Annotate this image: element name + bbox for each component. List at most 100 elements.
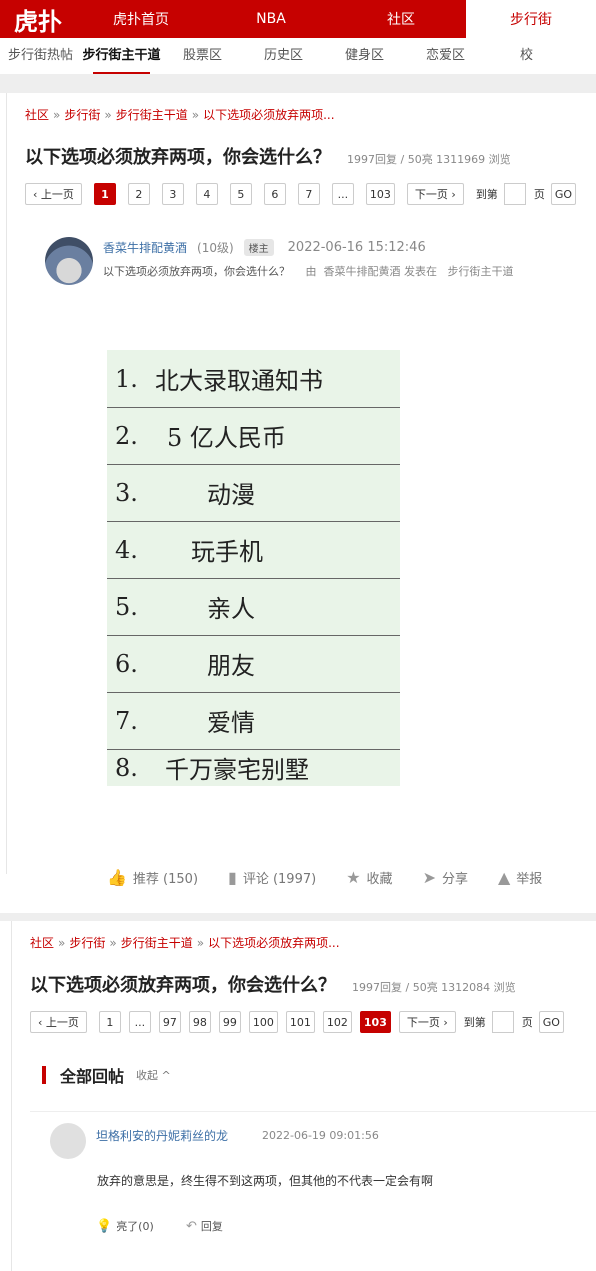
list-item: 8. 千万豪宅别墅 <box>115 753 309 785</box>
page-button[interactable]: 1 <box>98 1011 121 1033</box>
op-date: 2022-06-16 15:12:46 <box>287 239 426 255</box>
list-item: 6. 朋友 <box>107 635 400 693</box>
topnav-home[interactable]: 虎扑首页 <box>76 0 206 38</box>
op-by: 香菜牛排配黄酒 发表在 <box>323 265 438 278</box>
crumb-thread[interactable]: 以下选项必须放弃两项... <box>203 108 334 122</box>
subnav-fitness[interactable]: 健身区 <box>324 38 405 74</box>
crumb-community[interactable]: 社区 <box>25 108 49 122</box>
section-divider <box>0 913 596 921</box>
list-item: 7. 爱情 <box>107 692 400 750</box>
page-button[interactable]: 6 <box>263 183 286 205</box>
next-page-button[interactable]: 下一页 › <box>406 183 464 205</box>
thumbs-up-icon: 👍 <box>107 868 127 887</box>
topnav-community[interactable]: 社区 <box>336 0 466 38</box>
comment-icon: ▮ <box>228 868 237 887</box>
pager-top: ‹ 上一页 1 2 3 4 5 6 7 ... 103 下一页 › 到第 页 G… <box>7 169 596 205</box>
avatar[interactable] <box>50 1123 86 1159</box>
breadcrumb: 社区» 步行街» 步行街主干道» 以下选项必须放弃两项... <box>30 936 340 950</box>
page-button[interactable]: 3 <box>161 183 184 205</box>
op-badge: 楼主 <box>243 238 274 256</box>
page-button[interactable]: 99 <box>218 1011 241 1033</box>
page-button[interactable]: 4 <box>195 183 218 205</box>
page-button[interactable]: 97 <box>158 1011 181 1033</box>
post-image: 1. 北大录取通知书 2. 5 亿人民币 3. 动漫 4. 玩手机 5. 亲人 6. 朋友 … <box>107 350 400 786</box>
collapse-toggle[interactable]: 收起 ^ <box>136 1067 171 1083</box>
crumb-community[interactable]: 社区 <box>30 936 54 950</box>
page-button[interactable]: 2 <box>127 183 150 205</box>
op-author[interactable]: 香菜牛排配黄酒 <box>103 239 187 256</box>
subnav-campus[interactable]: 校 <box>486 38 567 74</box>
page-button[interactable]: 7 <box>297 183 320 205</box>
thread-stats: 1997回复 / 50亮 1311969 浏览 <box>347 153 511 166</box>
list-item: 2. 5 亿人民币 <box>107 407 400 465</box>
goto-label: 到第 <box>475 188 498 201</box>
section-marker <box>42 1066 46 1084</box>
share-icon: ➤ <box>422 868 436 887</box>
thread-card-bottom: 社区» 步行街» 步行街主干道» 以下选项必须放弃两项... 以下选项必须放弃两项，你… <box>0 921 596 1271</box>
page-label: 页 <box>521 1016 533 1029</box>
op-level: (10级) <box>197 240 234 255</box>
prev-page-button[interactable]: ‹ 上一页 <box>30 1011 87 1033</box>
page-button[interactable]: 103 <box>359 1011 391 1033</box>
page-button[interactable]: 5 <box>229 183 252 205</box>
op-by-prefix: 由 <box>305 265 317 278</box>
go-button[interactable]: GO <box>538 1011 564 1033</box>
light-button[interactable]: 💡 亮了(0) <box>96 1218 154 1234</box>
reply-button[interactable]: ↶ 回复 <box>186 1218 223 1234</box>
op-summary: 以下选项必须放弃两项，你会选什么？ <box>103 265 290 278</box>
thread-title: 以下选项必须放弃两项，你会选什么？ <box>25 147 331 168</box>
reply-date: 2022-06-19 09:01:56 <box>262 1129 379 1142</box>
subnav-stock[interactable]: 股票区 <box>162 38 243 74</box>
post-actions: 👍 推荐 (150) ▮ 评论 (1997) ★ 收藏 ➤ 分享 ▲ 举报 <box>107 868 572 887</box>
crumb-buxingjie[interactable]: 步行街 <box>69 936 105 950</box>
warning-icon: ▲ <box>497 868 511 887</box>
next-page-button[interactable]: 下一页 › <box>398 1011 456 1033</box>
subnav-love[interactable]: 恋爱区 <box>405 38 486 74</box>
reply-author[interactable]: 坦格利安的丹妮莉丝的龙 <box>96 1127 228 1144</box>
crumb-buxingjie[interactable]: 步行街 <box>64 108 100 122</box>
subnav-main[interactable]: 步行街主干道 <box>81 38 162 74</box>
op-board-link[interactable]: 步行街主干道 <box>448 265 514 278</box>
goto-page-input[interactable] <box>503 183 526 205</box>
crumb-thread[interactable]: 以下选项必须放弃两项... <box>208 936 339 950</box>
list-item: 5. 亲人 <box>107 578 400 636</box>
breadcrumb: 社区» 步行街» 步行街主干道» 以下选项必须放弃两项... <box>25 108 335 122</box>
list-item: 4. 玩手机 <box>107 521 400 579</box>
goto-page-input[interactable] <box>491 1011 514 1033</box>
topnav-buxingjie[interactable]: 步行街 <box>466 0 596 38</box>
page-button[interactable]: 101 <box>285 1011 315 1033</box>
section-gap <box>0 75 596 93</box>
prev-page-button[interactable]: ‹ 上一页 <box>25 183 82 205</box>
page-button[interactable]: 100 <box>248 1011 278 1033</box>
topnav-nba[interactable]: NBA <box>206 0 336 38</box>
page-button[interactable]: 102 <box>322 1011 352 1033</box>
hupu-logo[interactable]: 虎扑 <box>0 0 76 38</box>
goto-label: 到第 <box>463 1016 486 1029</box>
go-button[interactable]: GO <box>550 183 576 205</box>
page-button[interactable]: 103 <box>365 183 395 205</box>
subnav-history[interactable]: 历史区 <box>243 38 324 74</box>
reply-icon: ↶ <box>186 1218 197 1234</box>
thread-stats: 1997回复 / 50亮 1312084 浏览 <box>352 981 516 994</box>
subnav-hot[interactable]: 步行街热帖 <box>0 38 81 74</box>
recommend-button[interactable]: 👍 推荐 (150) <box>107 868 198 887</box>
thread-title: 以下选项必须放弃两项，你会选什么？ <box>30 975 336 996</box>
sub-nav: 步行街热帖 步行街主干道 股票区 历史区 健身区 恋爱区 校 <box>0 38 596 75</box>
avatar[interactable] <box>45 237 93 285</box>
favorite-button[interactable]: ★ 收藏 <box>346 868 392 887</box>
share-button[interactable]: ➤ 分享 <box>423 868 468 887</box>
star-icon: ★ <box>346 868 361 887</box>
top-nav: 虎扑首页 NBA 社区 步行街 <box>76 0 596 38</box>
reply-text: 放弃的意思是，终生得不到这两项，但其他的不代表一定会有啊 <box>97 1174 434 1188</box>
crumb-main[interactable]: 步行街主干道 <box>121 936 193 950</box>
page-button[interactable]: 98 <box>188 1011 211 1033</box>
page-label: 页 <box>533 188 545 201</box>
report-button[interactable]: ▲ 举报 <box>498 868 542 887</box>
crumb-main[interactable]: 步行街主干道 <box>116 108 188 122</box>
lightbulb-icon: 💡 <box>96 1218 113 1234</box>
list-item: 3. 动漫 <box>107 464 400 522</box>
page-ellipsis: ... <box>331 183 354 205</box>
page-button[interactable]: 1 <box>93 183 116 205</box>
comment-button[interactable]: ▮ 评论 (1997) <box>228 868 316 887</box>
page-ellipsis: ... <box>128 1011 151 1033</box>
